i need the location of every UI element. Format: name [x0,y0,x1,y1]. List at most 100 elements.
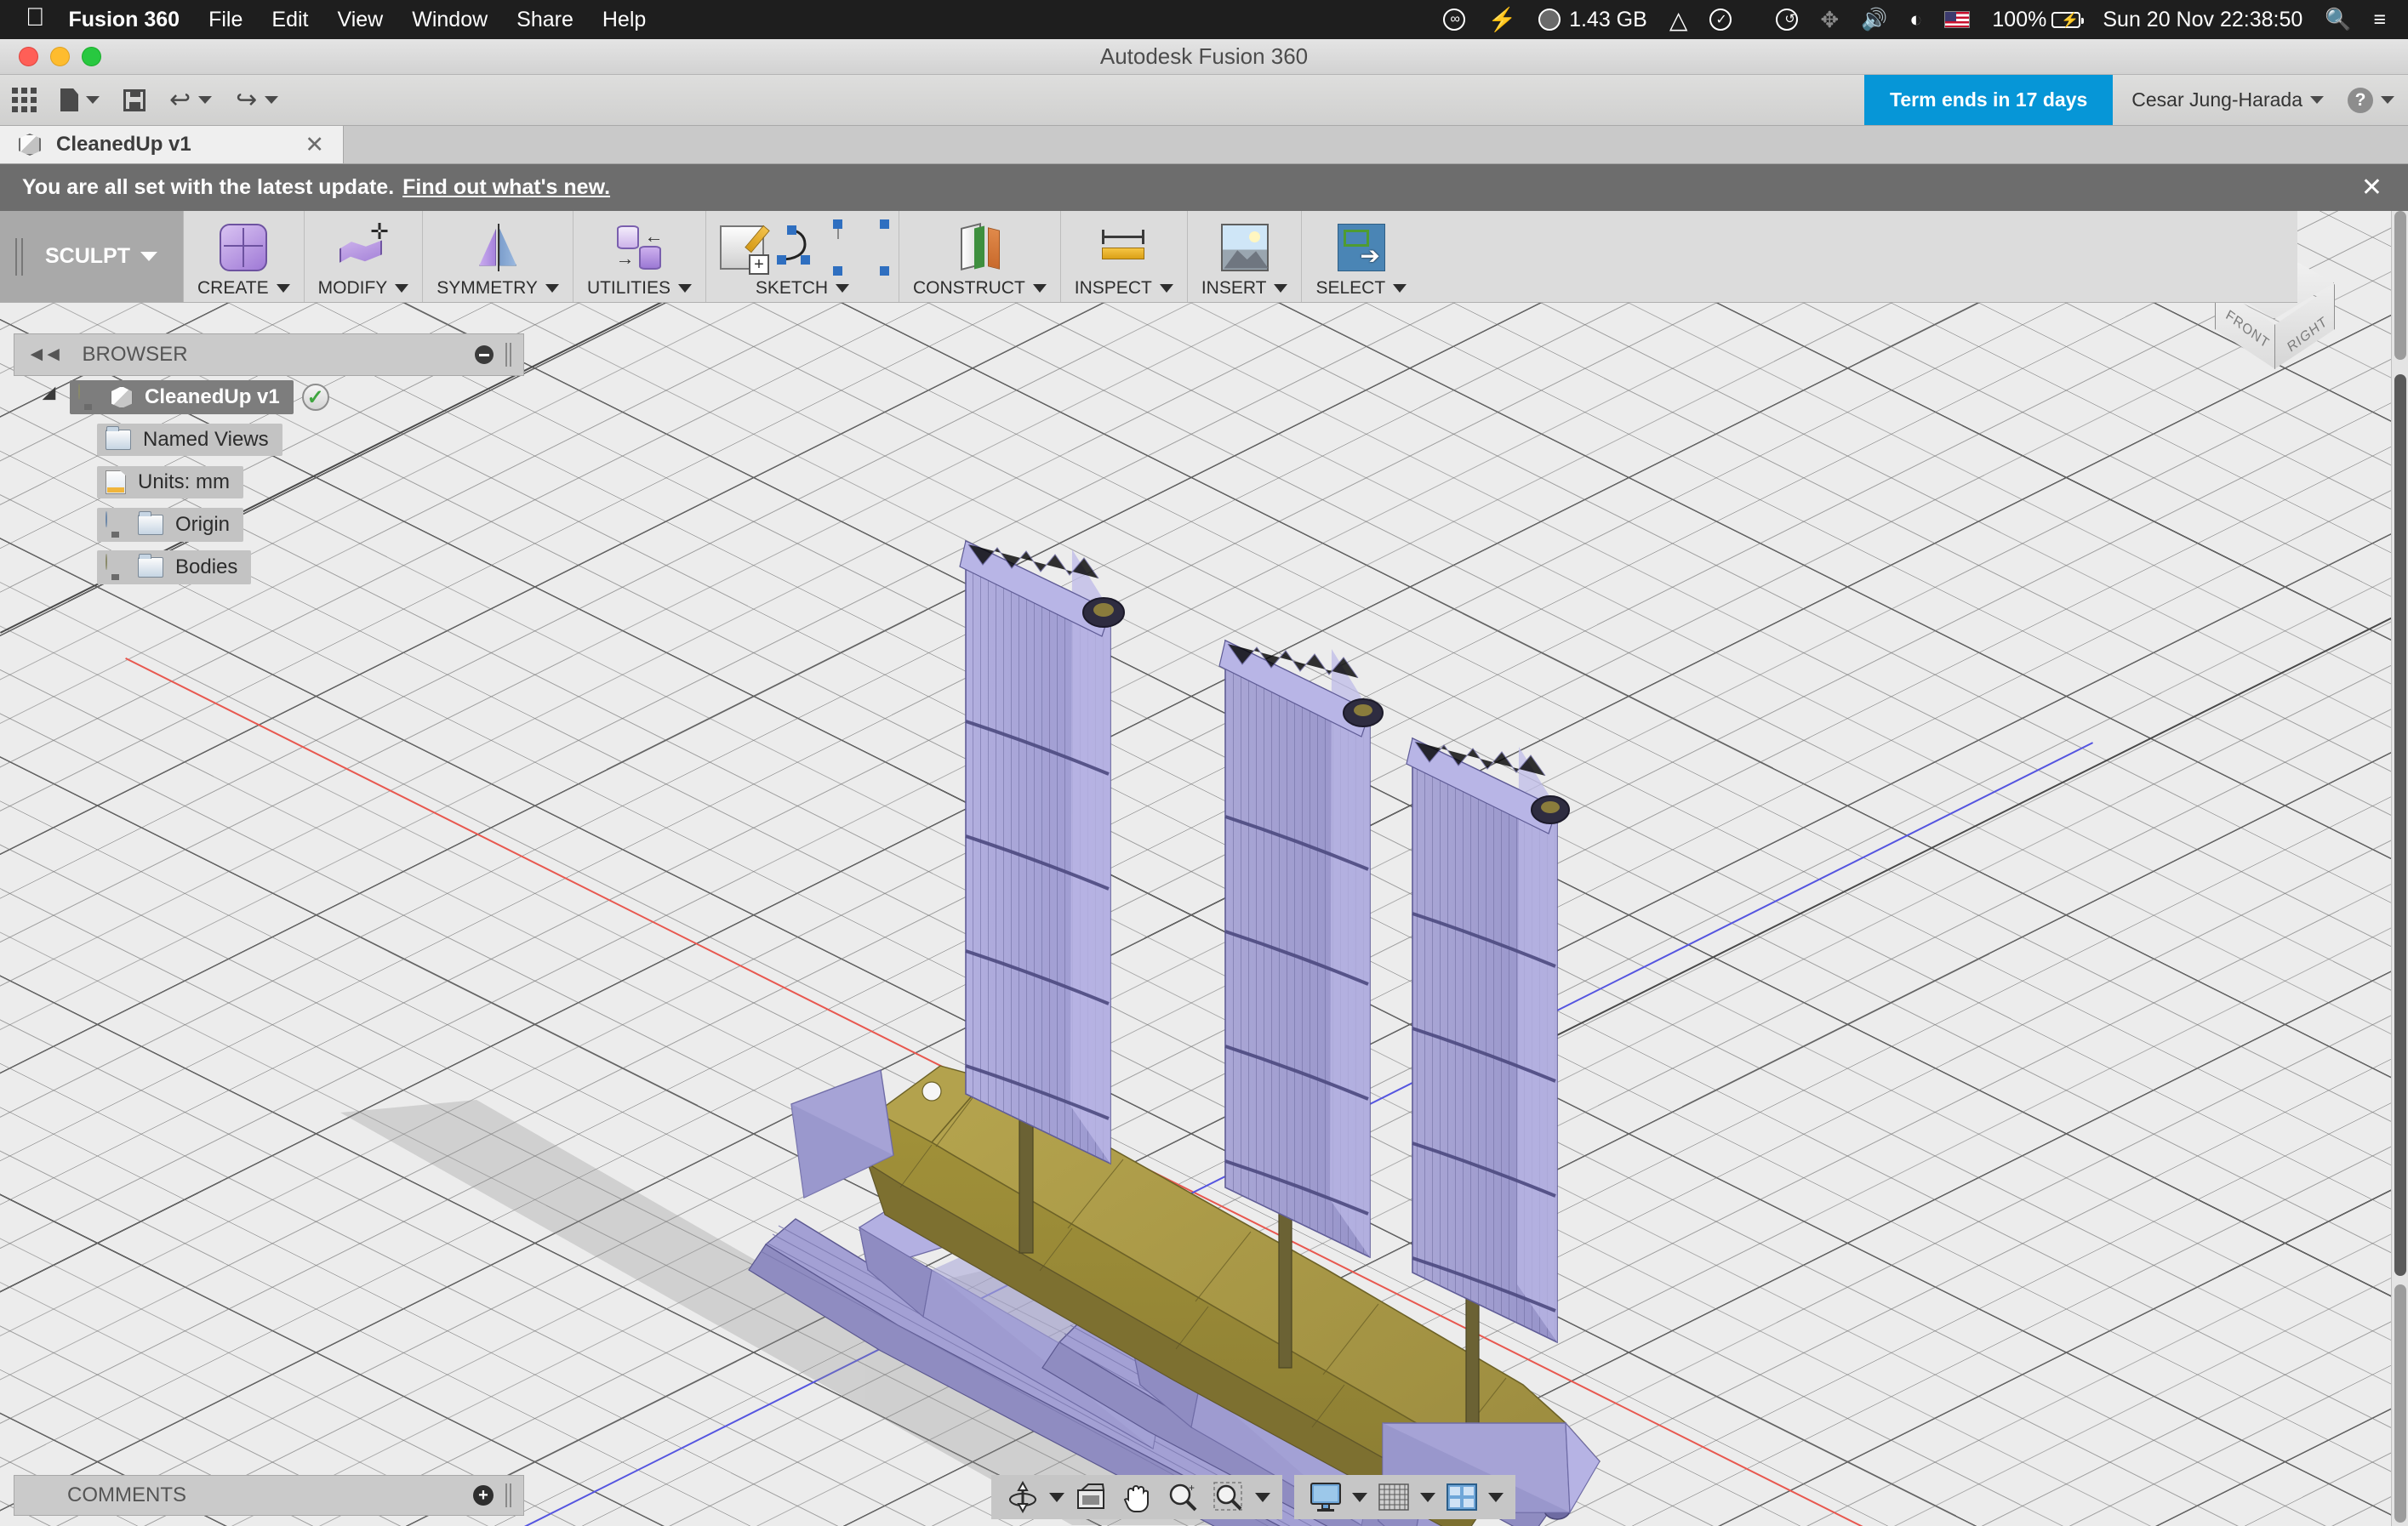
browser-node-label: Units: mm [138,470,230,493]
light-bulb-icon[interactable] [78,384,99,410]
add-comment-icon[interactable]: + [473,1485,494,1506]
scrollbar-thumb[interactable] [2394,374,2406,1276]
ribbon-group-create[interactable]: CREATE [184,211,305,302]
modify-surface-icon[interactable] [339,219,389,271]
create-form-icon[interactable] [220,223,268,271]
menu-item-fusion360[interactable]: Fusion 360 [69,8,180,32]
ribbon-group-inspect[interactable]: INSPECT [1061,211,1188,302]
document-tab-cleanedup[interactable]: CleanedUp v1 ✕ [0,126,344,163]
ribbon-group-symmetry[interactable]: SYMMETRY [423,211,573,302]
panel-gripper-icon[interactable] [505,343,511,367]
browser-node-named-views[interactable]: Named Views [14,419,524,461]
scrollbar-segment[interactable] [2394,1284,2406,1523]
collapse-left-icon[interactable]: ◄◄ [26,343,63,367]
chevron-down-icon[interactable] [1255,1492,1270,1502]
chevron-right-icon[interactable] [70,559,92,576]
panel-gripper-icon[interactable] [505,1483,511,1507]
ribbon-group-insert[interactable]: INSERT [1188,211,1303,302]
save-button[interactable] [111,75,157,125]
user-account-menu[interactable]: Cesar Jung-Harada [2113,88,2342,111]
sail-3[interactable] [1406,737,1570,1344]
menu-item-edit[interactable]: Edit [271,8,308,32]
chevron-right-icon[interactable] [70,516,92,533]
chevron-down-icon[interactable] [1488,1492,1504,1502]
look-at-icon[interactable] [1071,1478,1110,1517]
close-icon[interactable]: ✕ [305,132,324,158]
chevron-down-icon[interactable] [1049,1492,1064,1502]
insert-image-icon[interactable] [1220,223,1269,271]
comments-panel[interactable]: COMMENTS + [14,1475,524,1516]
check-circle-icon[interactable]: ✓ [1709,9,1732,31]
save-disk-icon [123,88,146,111]
light-bulb-blue-icon[interactable] [106,511,126,538]
browser-node-units[interactable]: Units: mm [14,461,524,504]
symmetry-mirror-icon[interactable] [474,223,522,271]
term-badge[interactable]: Term ends in 17 days [1864,75,2114,125]
svg-text:+: + [1189,1482,1195,1494]
ribbon-group-sketch[interactable]: + SKETCH [706,211,899,302]
viewport-scrollbar[interactable] [2391,211,2408,1526]
redo-button[interactable]: ↪ [224,75,290,125]
us-flag-icon[interactable] [1944,11,1971,28]
ribbon-group-utilities[interactable]: ← → UTILITIES [573,211,706,302]
create-sketch-icon[interactable]: + [719,225,770,275]
time-machine-icon[interactable]: ↺ [1776,9,1799,31]
chevron-right-icon[interactable] [70,431,92,448]
chevron-down-icon[interactable] [1420,1492,1435,1502]
ribbon-group-modify[interactable]: MODIFY [305,211,424,302]
close-icon[interactable]: ✕ [2361,173,2382,202]
folder-icon [106,426,131,450]
zoom-in-icon[interactable]: + [1163,1478,1202,1517]
undo-button[interactable]: ↩ [157,75,224,125]
menu-item-view[interactable]: View [337,8,383,32]
lightning-bolt-icon[interactable]: ⚡ [1487,6,1516,33]
help-menu[interactable]: ? [2342,87,2394,113]
bluetooth-icon[interactable]: ✥ [1820,7,1839,33]
wifi-icon[interactable]: ◐ [1909,8,1922,32]
dropbox-icon[interactable]: △ [1669,6,1688,34]
orbit-icon[interactable] [1003,1478,1042,1517]
light-bulb-icon[interactable] [106,554,126,580]
menubar-datetime: Sun 20 Nov 22:38:50 [2103,7,2303,31]
construct-plane-icon[interactable] [956,222,1003,271]
browser-node-cleanedup[interactable]: CleanedUp v1 ✓ [14,376,524,419]
volume-icon[interactable]: 🔊 [1861,8,1887,32]
ribbon-gripper-icon [15,237,23,276]
banner-link[interactable]: Find out what's new. [402,175,610,200]
menu-item-share[interactable]: Share [516,8,573,32]
grid-snaps-icon[interactable] [1374,1478,1413,1517]
apple-logo-icon[interactable]:  [26,5,45,31]
menu-item-help[interactable]: Help [602,8,646,32]
memory-monitor-icon[interactable]: 1.43 GB [1538,8,1647,32]
sail-1[interactable] [959,539,1125,1165]
creative-cloud-icon[interactable]: ∞ [1443,9,1466,31]
sail-2[interactable] [1218,639,1384,1259]
ribbon-group-select[interactable]: ➔ SELECT [1302,211,1421,302]
battery-status[interactable]: 100% ⚡ [1992,8,2085,32]
show-apps-button[interactable] [0,75,49,125]
notification-center-icon[interactable]: ≡ [2373,8,2386,32]
rectangle-icon[interactable] [832,219,889,276]
browser-node-origin[interactable]: Origin [14,504,524,546]
scrollbar-segment[interactable] [2394,211,2406,360]
workspace-tab-sculpt[interactable]: SCULPT [0,211,184,302]
spotlight-search-icon[interactable]: 🔍 [2325,8,2351,32]
browser-node-bodies[interactable]: Bodies [14,546,524,589]
display-settings-icon[interactable] [1306,1478,1345,1517]
new-document-button[interactable] [49,75,111,125]
ribbon-group-construct[interactable]: CONSTRUCT [899,211,1061,302]
viewport-layout-icon[interactable] [1442,1478,1481,1517]
minimize-icon[interactable] [475,345,494,364]
utilities-convert-icon[interactable]: ← → [615,224,663,271]
zoom-window-icon[interactable] [1209,1478,1248,1517]
measure-ruler-icon[interactable] [1100,224,1148,271]
select-window-icon[interactable]: ➔ [1337,223,1385,271]
folder-icon [138,554,163,578]
menu-item-file[interactable]: File [208,8,243,32]
browser-header: ◄◄ BROWSER [14,333,524,376]
chevron-down-icon[interactable] [1352,1492,1367,1502]
pan-hand-icon[interactable] [1117,1478,1156,1517]
spline-icon[interactable] [776,224,825,271]
chevron-down-icon[interactable] [43,388,65,407]
menu-item-window[interactable]: Window [412,8,488,32]
